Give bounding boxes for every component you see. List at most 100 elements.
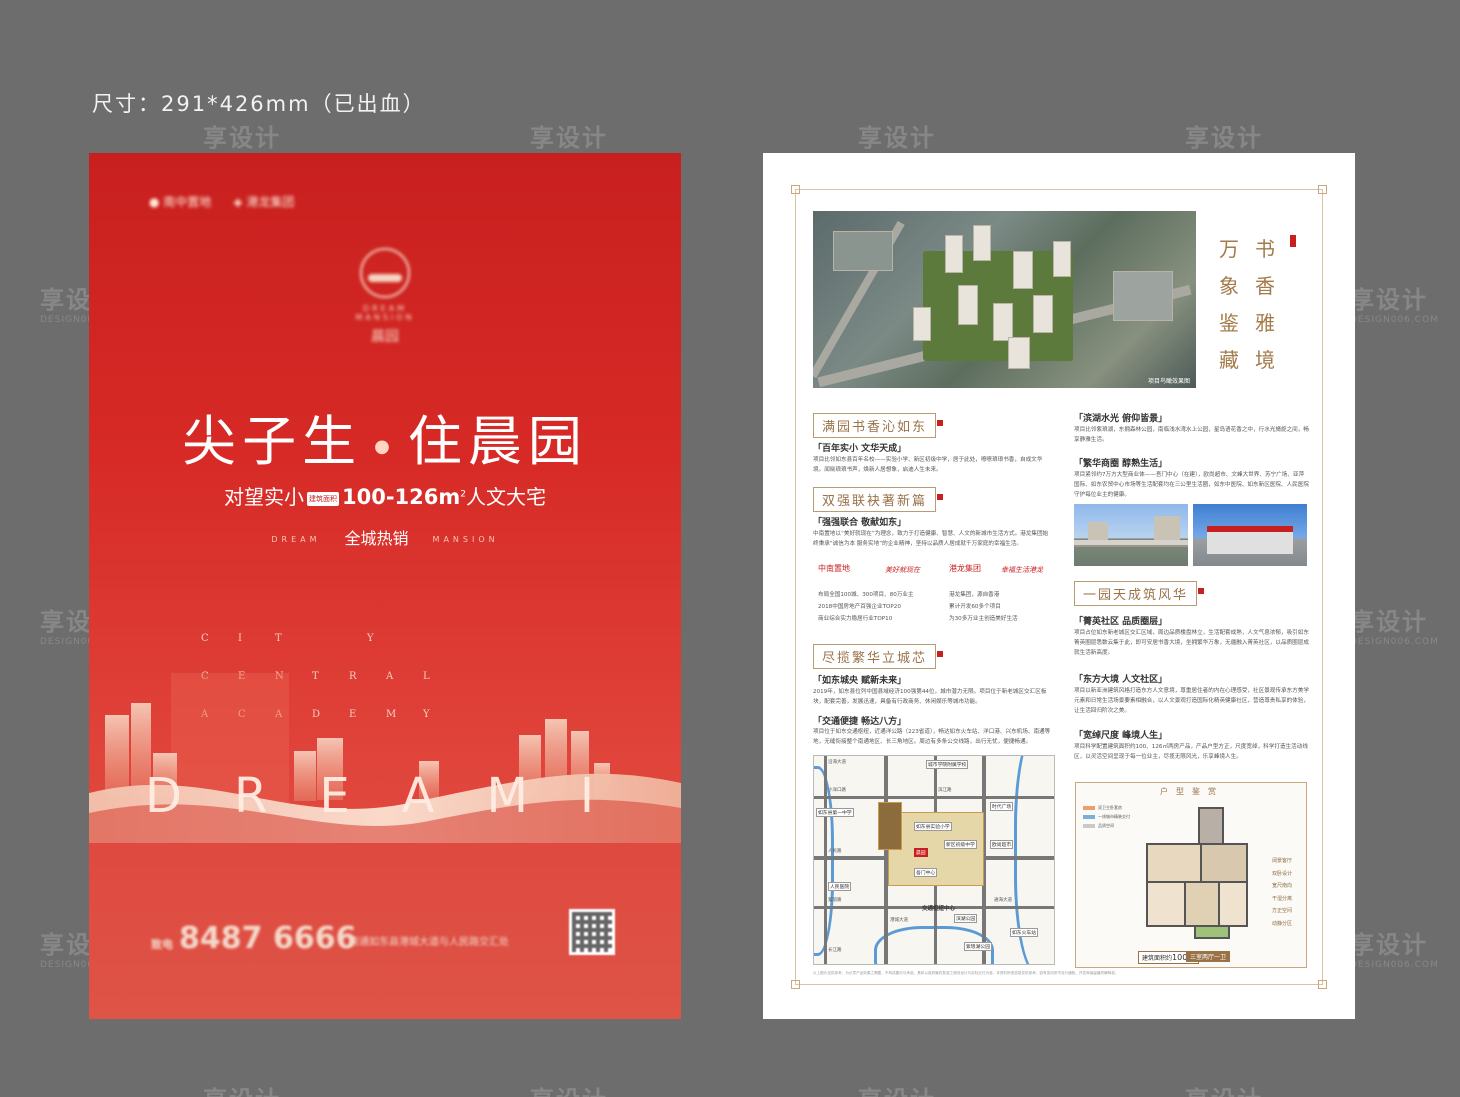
map-hub: 交通枢纽中心 <box>922 906 956 912</box>
hotline: 致电 8487 6666 <box>151 921 356 956</box>
map-label: 人民医院 <box>828 882 852 891</box>
emblem-cn: 晨园 <box>371 329 399 345</box>
sub-suffix: 人文大宅 <box>466 485 546 509</box>
phone-number: 8487 6666 <box>179 921 357 956</box>
brand-signature: 美好就现在 <box>885 566 920 574</box>
hot-sale-text: 全城热销 <box>344 529 409 548</box>
item-body: 中南置地以“美好就现在”为理念，致力于打造健康、智慧、人文的新城市生活方式。港龙… <box>813 531 1049 547</box>
map-label: 滨湖公园 <box>954 914 978 923</box>
map-project-marker: 晨园 <box>914 848 928 857</box>
headline: 尖子生 ● 住晨园 <box>89 397 681 476</box>
floor-plan-room <box>1146 881 1186 927</box>
watermark: 享设计DESIGN006.COM <box>1350 931 1439 970</box>
hot-en-right: MANSION <box>432 535 499 544</box>
slogan-vertical-left: 万象鉴藏 <box>1219 237 1239 372</box>
developer-logo: ● 南中置地 <box>149 195 212 209</box>
road-label: 港城大道 <box>890 918 908 923</box>
watermark: 享设计 <box>203 1080 281 1097</box>
item-head: 「繁华商圈 醇熟生活」 <box>1074 459 1168 469</box>
map-label: 吾门中心 <box>914 868 938 877</box>
school-zone <box>878 802 902 850</box>
headline-dot: ● <box>374 435 396 457</box>
watermark: 享设计 <box>1185 1080 1263 1097</box>
mall-photo <box>1193 504 1307 566</box>
road-label: 长江路 <box>828 948 842 953</box>
back-flyer: 项目鸟瞰效果图 书香雅境 万象鉴藏 满园书香沁如东 「百年实小 文华天成」 项目… <box>763 153 1355 1019</box>
item-head: 「菁英社区 品质圈层」 <box>1074 617 1168 627</box>
phone-label: 致电 <box>151 938 173 951</box>
item-body: 项目占位如东新老城区交汇区域，周边品质楼盘林立，生活配套成熟，人文气息浓郁，吸引… <box>1074 630 1309 656</box>
road-label: 人民路 <box>828 849 842 854</box>
map-label: 如东县实验小学 <box>914 822 952 831</box>
item-body: 项目科学配置建筑面积约100、126㎡两房产品，产品户型方正，尺度宽绰，科学打造… <box>1074 744 1308 760</box>
map-label: 紫琅湖公园 <box>964 942 992 951</box>
map-label: 城市学院附属学校 <box>926 760 969 769</box>
floor-plan-room <box>1218 881 1248 927</box>
floor-plan-legend: 双卫主卧套房 一线城市精装交付 品质空间 <box>1083 803 1130 830</box>
floor-plan-type: 三室两厅一卫 <box>1186 951 1231 962</box>
item-body: 项目以新亚洲建筑风格打造东方人文意境，尊重居住者的内在心理感受，社区景观传承东方… <box>1074 688 1309 714</box>
aerial-caption: 项目鸟瞰效果图 <box>1147 378 1190 385</box>
address: 南通如东县港城大道与人民路交汇处 <box>349 937 509 948</box>
hot-en-left: DREAM <box>271 535 321 544</box>
tower <box>105 715 129 797</box>
road-label: 沿海大道 <box>828 760 846 765</box>
item-head: 「交通便捷 畅达八方」 <box>813 717 907 727</box>
brand-facts: 港龙集团，源自香港 累计开发60多个项目 为30多万业主创造美好生活 <box>949 592 1018 622</box>
item-body: 项目位于如东交通枢纽，近通洋公路（223省道），畅达如东火车站、洋口港、兴东机场… <box>813 729 1051 745</box>
item-body: 2019年，如东县位列中国县域经济100强第44位，城市潜力无限。项目位于新老城… <box>813 689 1047 705</box>
floor-plan-room <box>1198 807 1224 845</box>
disclaimer: 以上图片仅供参考，为示意产品效果之需要，不构成要约与承诺。具体以政府最终批准之规… <box>813 971 1119 975</box>
developer-logo: ◈ 港龙集团 <box>233 195 295 209</box>
road-label: 通海大道 <box>994 898 1012 903</box>
area-range: 100-126m <box>341 485 461 509</box>
floor-plan-features: 阔景客厅 双卧设计 宽尺南向 干湿分离 方正空间 动静分区 <box>1272 858 1293 927</box>
headline-left: 尖子生 <box>182 410 363 473</box>
brand-name: 中南置地 <box>818 564 850 573</box>
seal-mark <box>1290 235 1296 247</box>
emblem-icon <box>360 248 410 298</box>
section-title: 双强联袂著新篇 <box>813 487 944 512</box>
floor-plan-room <box>1184 881 1220 927</box>
frame-corner <box>1318 185 1327 194</box>
subheadline: 对望实小 建筑面积 100-126m2人文大宅 <box>89 481 681 510</box>
item-head: 「滨湖水光 俯仰皆景」 <box>1074 414 1168 424</box>
aerial-rendering: 项目鸟瞰效果图 <box>813 211 1196 388</box>
item-body: 项目比邻如东县百年名校——实验小学、新区初级中学，居于此处，嘹嘹琅琅书香，自成文… <box>813 457 1043 473</box>
slogan-vertical-right: 书香雅境 <box>1255 237 1275 372</box>
floor-plan-title: 户型鉴赏 <box>1160 787 1224 796</box>
floor-plan-balcony <box>1194 925 1230 939</box>
map-label: 时代广场 <box>990 802 1014 811</box>
bridge-photo <box>1074 504 1188 566</box>
floor-plan: 户型鉴赏 双卫主卧套房 一线城市精装交付 品质空间 阔景客厅 双卧设计 宽尺南向 干… <box>1075 782 1307 968</box>
floor-plan-room <box>1146 843 1202 883</box>
size-label: 尺寸：291*426mm（已出血） <box>92 92 426 116</box>
frame-corner <box>1318 980 1327 989</box>
brand-name: 港龙集团 <box>949 564 981 573</box>
map-label: 如东火车站 <box>1010 928 1038 937</box>
road-label: 紫琅路 <box>828 898 842 903</box>
floor-plan-room <box>1200 843 1248 883</box>
watermark: 享设计DESIGN006.COM <box>1350 608 1439 647</box>
watermark: 享设计 <box>858 1080 936 1097</box>
map-label: 欧尚超市 <box>990 840 1014 849</box>
map-label: 如东县第一中学 <box>816 808 854 817</box>
item-body: 项目比邻紫琅湖，东拥森林公园，南临浅水湾水上公园，星岛语花香之中，行水光旖旎之间… <box>1074 427 1309 443</box>
location-map: 城市学院附属学校 如东县第一中学 如东县实验小学 新区初级中学 时代广场 欧尚超… <box>813 755 1055 965</box>
brand-facts: 布局全国100城、300项目、80万业主 2018中国房地产百强企业TOP20 商业… <box>818 592 914 622</box>
road-label: 滨江路 <box>938 788 952 793</box>
frame-corner <box>791 185 800 194</box>
item-head: 「百年实小 文华天成」 <box>813 444 907 454</box>
qr-code <box>569 909 615 955</box>
dream-word: DREAMI <box>145 768 647 824</box>
frame-corner <box>791 980 800 989</box>
section-title: 尽揽繁华立城芯 <box>813 644 944 669</box>
area-tag: 建筑面积 <box>306 491 339 506</box>
item-head: 「如东城央 赋新未来」 <box>813 676 907 686</box>
emblem-en: DREAM MANSION <box>355 304 415 322</box>
developer-logos: ● 南中置地 ◈ 港龙集团 <box>149 193 294 210</box>
road-label: 小洋口路 <box>828 788 846 793</box>
brand-signature: 幸福生活港龙 <box>1001 566 1043 574</box>
map-label: 新区初级中学 <box>944 840 977 849</box>
hot-sale: DREAM 全城热销 MANSION <box>89 525 681 549</box>
